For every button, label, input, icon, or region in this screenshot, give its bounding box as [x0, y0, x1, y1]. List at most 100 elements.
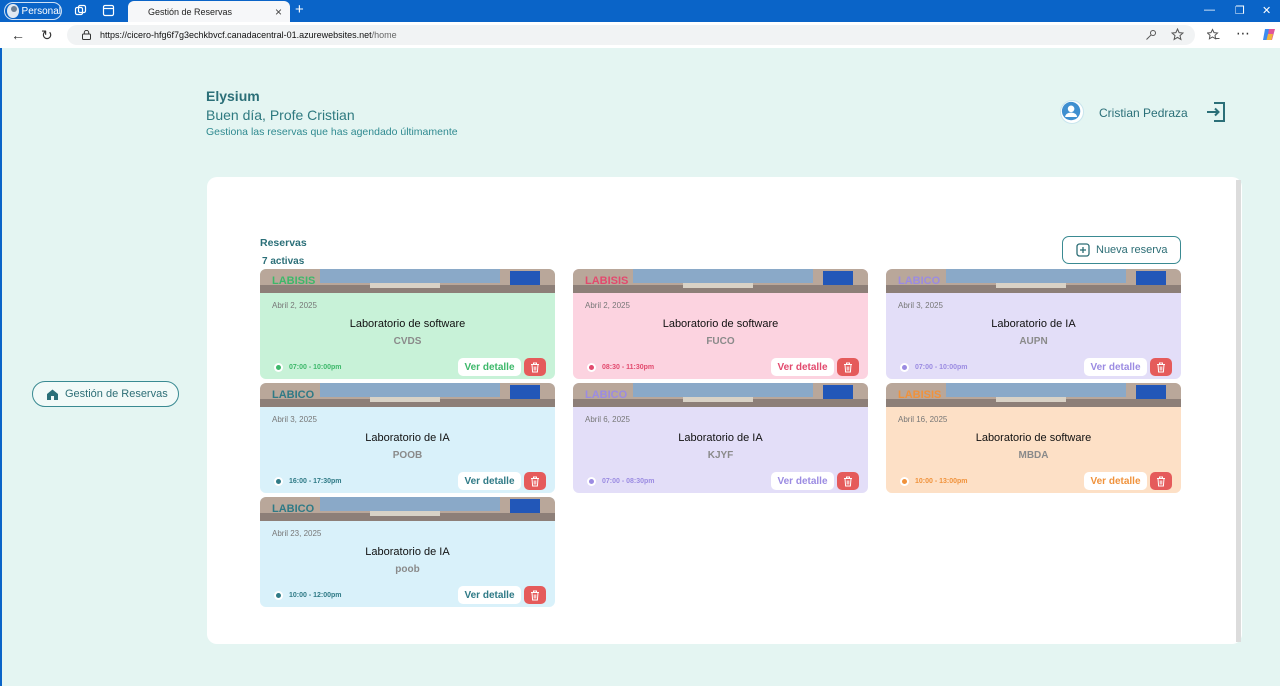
logout-icon[interactable]	[1205, 100, 1229, 124]
view-detail-button[interactable]: Ver detalle	[1084, 472, 1147, 490]
card-course-code: poob	[395, 564, 420, 575]
reservation-card: LABICO Abril 3, 2025 Laboratorio de IA P…	[260, 383, 555, 493]
reservation-card: LABICO Abril 3, 2025 Laboratorio de IA A…	[886, 269, 1181, 379]
card-room: Laboratorio de software	[349, 318, 466, 330]
card-time: 07:00 - 10:00pm	[900, 363, 968, 372]
tab-title: Gestión de Reservas	[148, 6, 233, 17]
time-dot-icon	[900, 363, 909, 372]
view-detail-button[interactable]: Ver detalle	[458, 472, 521, 490]
time-dot-icon	[587, 363, 596, 372]
reservation-card: LABICO Abril 23, 2025 Laboratorio de IA …	[260, 497, 555, 607]
user-avatar-icon[interactable]	[1060, 100, 1084, 124]
user-name: Cristian Pedraza	[1099, 106, 1188, 120]
active-count: 7 activas	[262, 256, 305, 267]
card-room: Laboratorio de software	[662, 318, 779, 330]
profile-button[interactable]: Personal	[4, 2, 62, 20]
card-room: Laboratorio de IA	[991, 318, 1076, 330]
card-lab-name: LABICO	[585, 389, 628, 401]
browser-titlebar: Personal Gestión de Reservas × + — ❐ ✕	[0, 0, 1280, 22]
delete-button[interactable]	[524, 472, 546, 490]
view-detail-button[interactable]: Ver detalle	[458, 358, 521, 376]
back-icon[interactable]: ←	[11, 27, 25, 43]
view-detail-button[interactable]: Ver detalle	[1084, 358, 1147, 376]
card-time: 10:00 - 12:00pm	[274, 591, 342, 600]
trash-icon	[844, 476, 852, 486]
favorite-star-icon[interactable]	[1171, 28, 1184, 41]
new-reservation-label: Nueva reserva	[1096, 244, 1168, 256]
card-room: Laboratorio de IA	[365, 432, 450, 444]
time-dot-icon	[274, 591, 283, 600]
copilot-icon[interactable]	[1262, 27, 1277, 42]
url-host: https://cicero-hfg6f7g3echkbvcf.canadace…	[100, 30, 372, 40]
card-date: Abril 6, 2025	[585, 415, 630, 424]
house-icon	[47, 389, 58, 400]
workspaces-icon[interactable]	[74, 4, 87, 17]
time-dot-icon	[587, 477, 596, 486]
brand-title: Elysium	[206, 88, 260, 104]
card-time-text: 07:00 - 10:00pm	[289, 364, 342, 371]
card-course-code: AUPN	[1019, 336, 1048, 347]
card-course-code: KJYF	[707, 450, 734, 461]
card-time-text: 07:00 - 08:30pm	[602, 478, 655, 485]
time-dot-icon	[274, 477, 283, 486]
reservation-card: LABISIS Abril 2, 2025 Laboratorio de sof…	[260, 269, 555, 379]
new-tab-icon[interactable]: +	[295, 2, 304, 18]
card-time: 10:00 - 13:00pm	[900, 477, 968, 486]
card-time: 07:00 - 10:00pm	[274, 363, 342, 372]
minimize-icon[interactable]: —	[1204, 4, 1215, 16]
view-detail-button[interactable]: Ver detalle	[458, 586, 521, 604]
favorites-icon[interactable]	[1207, 28, 1220, 41]
card-room: Laboratorio de software	[975, 432, 1092, 444]
reservation-card: LABISIS Abril 16, 2025 Laboratorio de so…	[886, 383, 1181, 493]
delete-button[interactable]	[837, 358, 859, 376]
close-window-icon[interactable]: ✕	[1262, 4, 1271, 17]
card-time: 07:00 - 08:30pm	[587, 477, 655, 486]
tab-actions-icon[interactable]	[102, 4, 115, 17]
tab-close-icon[interactable]: ×	[275, 5, 282, 19]
reservation-card: LABISIS Abril 2, 2025 Laboratorio de sof…	[573, 269, 868, 379]
view-detail-button[interactable]: Ver detalle	[771, 472, 834, 490]
card-room: Laboratorio de IA	[365, 546, 450, 558]
card-course-code: CVDS	[393, 336, 422, 347]
reservation-card: LABICO Abril 6, 2025 Laboratorio de IA K…	[573, 383, 868, 493]
tab-gestion-reservas[interactable]: Gestión de Reservas ×	[128, 1, 290, 22]
card-time: 16:00 - 17:30pm	[274, 477, 342, 486]
plus-square-icon	[1076, 243, 1090, 257]
panel-scrollbar[interactable]	[1236, 180, 1241, 642]
profile-avatar-icon	[7, 4, 19, 18]
trash-icon	[1157, 362, 1165, 372]
card-time-text: 07:00 - 10:00pm	[915, 364, 968, 371]
card-course-code: MBDA	[1018, 450, 1049, 461]
view-detail-button[interactable]: Ver detalle	[771, 358, 834, 376]
trash-icon	[531, 476, 539, 486]
new-reservation-button[interactable]: Nueva reserva	[1062, 236, 1181, 264]
card-lab-name: LABICO	[272, 389, 315, 401]
trash-icon	[531, 362, 539, 372]
card-lab-name: LABISIS	[585, 275, 629, 287]
url-path: /home	[371, 30, 397, 40]
delete-button[interactable]	[837, 472, 859, 490]
delete-button[interactable]	[524, 358, 546, 376]
url-text: https://cicero-hfg6f7g3echkbvcf.canadace…	[100, 30, 397, 40]
card-room: Laboratorio de IA	[678, 432, 763, 444]
more-options-icon[interactable]: ⋯	[1236, 25, 1250, 42]
delete-button[interactable]	[524, 586, 546, 604]
nav-label: Gestión de Reservas	[65, 388, 168, 400]
card-lab-name: LABICO	[272, 503, 315, 515]
delete-button[interactable]	[1150, 358, 1172, 376]
card-time-text: 16:00 - 17:30pm	[289, 478, 342, 485]
card-date: Abril 2, 2025	[585, 301, 630, 310]
card-time: 08:30 - 11:30pm	[587, 363, 654, 372]
trash-icon	[531, 590, 539, 600]
key-icon[interactable]	[1145, 29, 1157, 41]
delete-button[interactable]	[1150, 472, 1172, 490]
card-time-text: 10:00 - 13:00pm	[915, 478, 968, 485]
card-date: Abril 23, 2025	[272, 529, 322, 538]
lock-icon[interactable]	[82, 30, 91, 40]
reload-icon[interactable]: ↻	[41, 27, 53, 44]
restore-icon[interactable]: ❐	[1235, 4, 1245, 17]
greeting-text: Buen día, Profe Cristian	[206, 107, 355, 123]
card-lab-name: LABICO	[898, 275, 941, 287]
page-subtitle: Gestiona las reservas que has agendado ú…	[206, 126, 458, 138]
nav-gestion-reservas[interactable]: Gestión de Reservas	[32, 381, 179, 407]
